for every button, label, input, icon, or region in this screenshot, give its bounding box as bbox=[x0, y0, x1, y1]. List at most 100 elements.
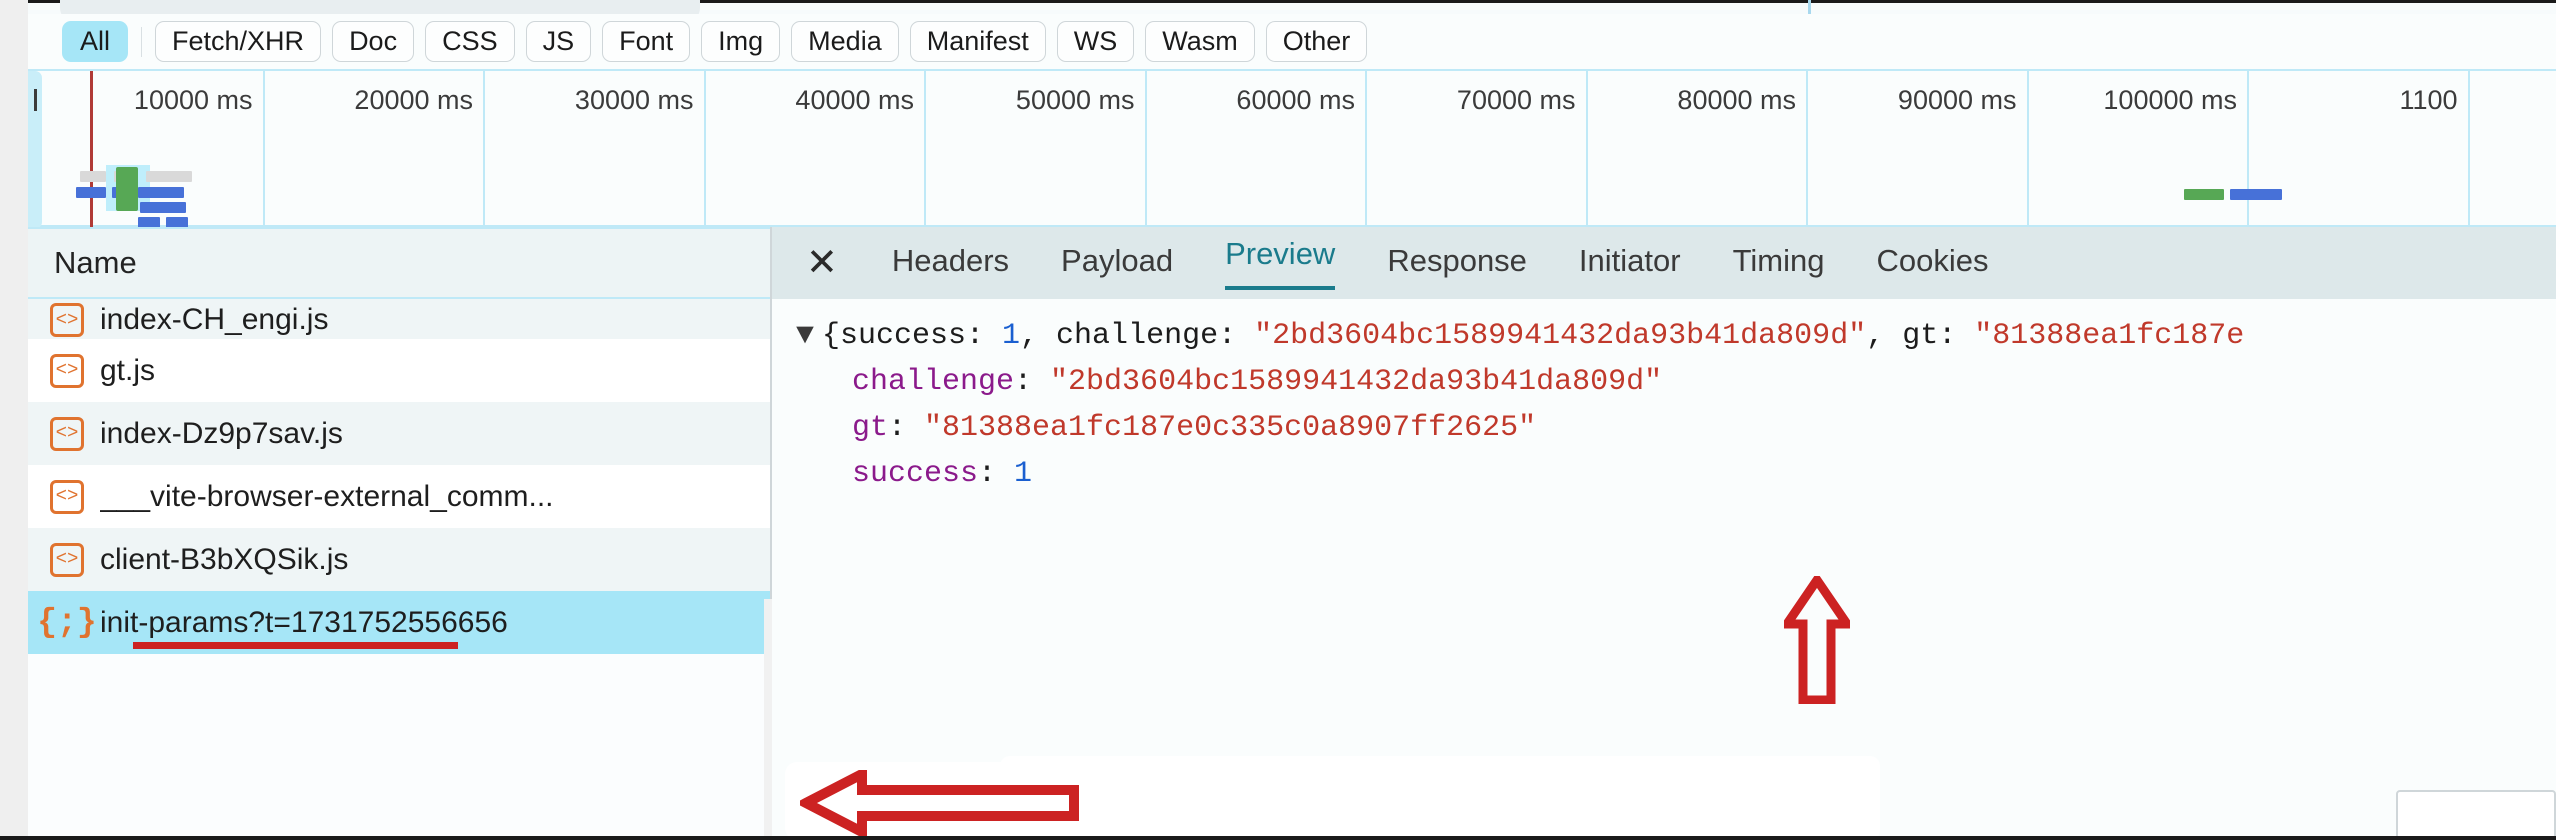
filter-chip-fetch-xhr[interactable]: Fetch/XHR bbox=[155, 21, 322, 62]
preview-property-lines: challenge: "2bd3604bc1589941432da93b41da… bbox=[772, 359, 2556, 497]
preview-property-value: "81388ea1fc187e0c335c0a8907ff2625" bbox=[924, 411, 1537, 445]
preview-property-key: success bbox=[852, 457, 979, 491]
network-timeline-overview[interactable]: 10000 ms 20000 ms 30000 ms 40000 ms 50000 ms… bbox=[28, 69, 2556, 229]
timeline-tick-label: 40000 ms bbox=[795, 85, 914, 115]
preview-property-value: 1 bbox=[1014, 457, 1033, 491]
overview-bar bbox=[140, 202, 186, 213]
timeline-gridline bbox=[2467, 71, 2470, 229]
tab-initiator[interactable]: Initiator bbox=[1579, 243, 1681, 283]
preview-property-key: challenge bbox=[852, 365, 1015, 399]
list-item-label: index-Dz9p7sav.js bbox=[100, 416, 343, 450]
list-item[interactable]: <> gt.js bbox=[28, 339, 770, 402]
timeline-gridline bbox=[2247, 71, 2249, 229]
timeline-gridline bbox=[1144, 71, 1147, 229]
timeline-tick-label: 90000 ms bbox=[1897, 85, 2017, 115]
timeline-tick-label: 60000 ms bbox=[1236, 85, 1355, 115]
preview-summary-challenge-value: "2bd3604bc1589941432da93b41da809d" bbox=[1254, 319, 1867, 353]
network-request-list[interactable]: Name <> index-CH_engi.js <> gt.js <> index-Dz… bbox=[28, 227, 772, 840]
filter-chip-other[interactable]: Other bbox=[1265, 21, 1368, 62]
column-header-name-label: Name bbox=[54, 245, 137, 280]
preview-summary-gt-key: , gt: bbox=[1866, 319, 1975, 353]
preview-summary-mid: , challenge: bbox=[1020, 319, 1255, 353]
preview-property-value: "2bd3604bc1589941432da93b41da809d" bbox=[1050, 365, 1663, 399]
filter-chip-wasm[interactable]: Wasm bbox=[1145, 21, 1255, 62]
list-item-label: gt.js bbox=[100, 353, 156, 387]
preview-summary-prefix: {success: bbox=[822, 319, 1003, 353]
preview-property-row: challenge: "2bd3604bc1589941432da93b41da… bbox=[772, 359, 2556, 405]
tab-cookies[interactable]: Cookies bbox=[1876, 243, 1988, 283]
timeline-gridline bbox=[1585, 71, 1588, 229]
timeline-gridline bbox=[1365, 71, 1367, 229]
filter-chip-font[interactable]: Font bbox=[602, 21, 691, 62]
tab-timing[interactable]: Timing bbox=[1733, 243, 1825, 283]
filter-chip-doc[interactable]: Doc bbox=[332, 21, 415, 62]
expand-caret-icon[interactable]: ▼ bbox=[796, 313, 822, 359]
filter-chip-manifest[interactable]: Manifest bbox=[909, 21, 1046, 62]
tab-response[interactable]: Response bbox=[1387, 243, 1527, 283]
js-file-icon: <> bbox=[50, 542, 84, 577]
network-lower-split: Name <> index-CH_engi.js <> gt.js <> index-Dz… bbox=[28, 227, 2556, 840]
list-item[interactable]: <> ___vite-browser-external_comm... bbox=[28, 465, 770, 528]
overview-bar bbox=[76, 187, 106, 198]
request-rows: <> index-CH_engi.js <> gt.js <> index-Dz9p7sa… bbox=[28, 299, 770, 840]
overview-bar bbox=[138, 187, 184, 198]
filter-chip-ws[interactable]: WS bbox=[1056, 21, 1135, 62]
timeline-gridline bbox=[262, 71, 265, 229]
list-item[interactable]: <> client-B3bXQSik.js bbox=[28, 528, 770, 591]
preview-property-colon: : bbox=[978, 457, 1015, 491]
detail-tab-bar: ✕ Headers Payload Preview Response Initiator… bbox=[772, 227, 2556, 299]
devtools-network-panel: All Fetch/XHR Doc CSS JS Font Img Media Manifest… bbox=[0, 0, 2556, 840]
red-left-arrow-annotation bbox=[800, 770, 1079, 836]
timeline-gridline bbox=[2026, 71, 2029, 229]
red-up-arrow-annotation bbox=[1784, 576, 1850, 704]
page-card-corner bbox=[2396, 790, 2556, 840]
js-file-icon: <> bbox=[50, 353, 84, 388]
preview-property-colon: : bbox=[888, 411, 925, 445]
tab-headers[interactable]: Headers bbox=[892, 243, 1009, 283]
timeline-gridline bbox=[1806, 71, 1808, 229]
preview-summary-line[interactable]: ▼ {success: 1, challenge: "2bd3604bc15899… bbox=[772, 313, 2556, 359]
close-icon[interactable]: ✕ bbox=[806, 244, 838, 282]
page-card-right bbox=[1000, 756, 1880, 840]
filter-chip-media[interactable]: Media bbox=[791, 21, 899, 62]
timeline-tick-label: 30000 ms bbox=[574, 85, 694, 115]
network-filter-bar: All Fetch/XHR Doc CSS JS Font Img Media Manifest… bbox=[28, 14, 2556, 69]
filter-chip-all[interactable]: All bbox=[62, 21, 129, 62]
overview-cursor bbox=[34, 89, 37, 111]
column-header-name[interactable]: Name bbox=[28, 227, 770, 299]
window-bottom-border bbox=[0, 836, 2556, 840]
filter-separator bbox=[141, 26, 143, 57]
overview-bar bbox=[146, 171, 192, 182]
json-file-icon: {;} bbox=[37, 604, 97, 641]
timeline-gridline bbox=[924, 71, 926, 229]
filter-chip-css[interactable]: CSS bbox=[425, 21, 515, 62]
preview-property-colon: : bbox=[1014, 365, 1051, 399]
preview-summary-gt-value: "81388ea1fc187e bbox=[1974, 319, 2245, 353]
overview-bar-green bbox=[2184, 189, 2224, 200]
list-item-label: client-B3bXQSik.js bbox=[100, 542, 349, 576]
preview-property-key: gt bbox=[852, 411, 889, 445]
tab-preview[interactable]: Preview bbox=[1225, 236, 1336, 290]
overview-bar-green bbox=[116, 167, 138, 211]
timeline-tick-label: 50000 ms bbox=[1015, 85, 1135, 115]
list-item-selected[interactable]: {;} init-params?t=1731752556656 bbox=[28, 591, 770, 654]
filter-chip-img[interactable]: Img bbox=[701, 21, 781, 62]
timeline-tick-label: 10000 ms bbox=[133, 85, 253, 115]
overview-bar bbox=[2230, 189, 2282, 200]
list-item-label: ___vite-browser-external_comm... bbox=[100, 479, 554, 513]
timeline-gridline bbox=[703, 71, 706, 229]
timeline-tick-label: 1100 bbox=[2399, 85, 2458, 115]
preview-summary-success-value: 1 bbox=[1002, 319, 1021, 353]
list-item[interactable]: <> index-Dz9p7sav.js bbox=[28, 402, 770, 465]
js-file-icon: <> bbox=[50, 416, 84, 451]
js-file-icon: <> bbox=[50, 303, 84, 337]
tab-payload[interactable]: Payload bbox=[1061, 243, 1173, 283]
filter-chip-js[interactable]: JS bbox=[525, 21, 592, 62]
list-item-label: index-CH_engi.js bbox=[100, 303, 329, 336]
js-file-icon: <> bbox=[50, 479, 84, 514]
timeline-gridline bbox=[483, 71, 485, 229]
timeline-tick-label: 20000 ms bbox=[354, 85, 473, 115]
list-item[interactable]: <> index-CH_engi.js bbox=[28, 299, 770, 339]
timeline-tick-label: 70000 ms bbox=[1456, 85, 1576, 115]
preview-property-row: gt: "81388ea1fc187e0c335c0a8907ff2625" bbox=[772, 405, 2556, 451]
